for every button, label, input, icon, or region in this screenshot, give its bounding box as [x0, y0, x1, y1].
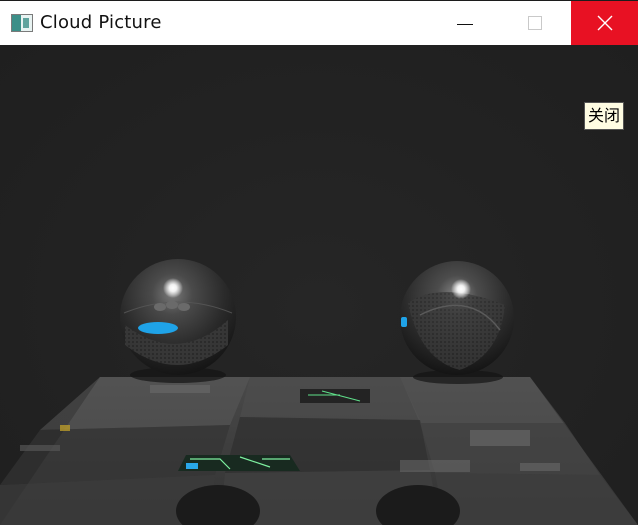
- textured-ground-plane: [0, 377, 638, 525]
- picture-app-icon: [11, 14, 33, 32]
- right-robot-sphere[interactable]: [400, 261, 514, 384]
- window-title: Cloud Picture: [40, 12, 162, 33]
- maximize-icon: [527, 16, 542, 30]
- app-window: Cloud Picture 关闭: [0, 0, 638, 525]
- minimize-button[interactable]: [431, 1, 498, 45]
- close-button[interactable]: [571, 1, 638, 45]
- 3d-viewport[interactable]: 关闭: [0, 45, 638, 525]
- 3d-scene[interactable]: [0, 45, 638, 525]
- close-tooltip: 关闭: [584, 102, 625, 130]
- maximize-button[interactable]: [501, 1, 568, 45]
- minimize-icon: [456, 23, 473, 25]
- close-icon: [597, 15, 612, 31]
- title-bar[interactable]: Cloud Picture: [0, 0, 638, 45]
- left-robot-sphere[interactable]: [120, 259, 236, 383]
